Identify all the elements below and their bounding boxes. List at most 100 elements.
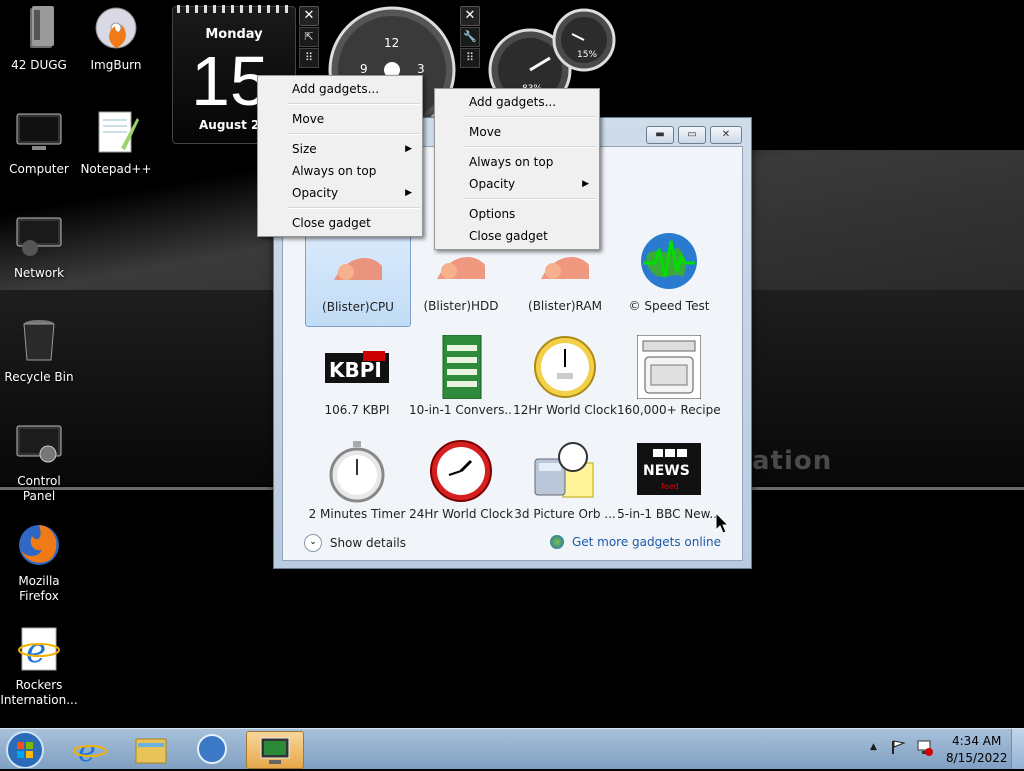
desktop-icon-network[interactable]: Network (0, 212, 78, 281)
desktop: ation 42 DUGG ImgBurn Computer Notepad++… (0, 0, 1024, 728)
control-panel-icon (14, 420, 64, 470)
gadget-tile-24hr-world-clock[interactable]: 24Hr World Clock (409, 433, 513, 533)
network-icon (14, 212, 64, 262)
meter-gadget-context-menu: Add gadgets... Move Always on top Opacit… (434, 88, 600, 250)
converter-icon (429, 334, 493, 400)
desktop-icon-42-dugg[interactable]: 42 DUGG (0, 4, 78, 73)
show-hidden-icons-button[interactable]: ▲ (870, 742, 877, 752)
kbpi-logo-icon: KBPI (325, 335, 389, 399)
folder-icon (14, 4, 64, 54)
menu-item-close-gadget[interactable]: Close gadget (258, 212, 422, 234)
bbc-news-icon: NEWS feed (637, 439, 701, 503)
menu-item-add-gadgets[interactable]: Add gadgets... (258, 78, 422, 100)
menu-separator (465, 116, 597, 118)
menu-item-close-gadget[interactable]: Close gadget (435, 225, 599, 247)
get-more-gadgets-online-link[interactable]: Get more gadgets online (550, 534, 721, 549)
submenu-arrow-icon: ▶ (582, 179, 589, 189)
gadget-tile-2-minutes-timer[interactable]: 2 Minutes Timer (305, 433, 409, 533)
submenu-arrow-icon: ▶ (405, 144, 412, 154)
gadget-tile-recipes[interactable]: 160,000+ Recipes (617, 329, 721, 429)
menu-item-move[interactable]: Move (435, 121, 599, 143)
desktop-icon-imgburn[interactable]: ImgBurn (77, 4, 155, 73)
recycle-bin-icon (14, 316, 64, 366)
svg-text:e: e (26, 631, 46, 671)
internet-explorer-icon: e (73, 734, 107, 769)
start-button[interactable] (2, 730, 48, 769)
meter-gadget-close-button[interactable]: ✕ (460, 6, 480, 26)
firefox-icon (14, 520, 64, 570)
stove-icon (636, 334, 702, 400)
menu-item-opacity[interactable]: Opacity ▶ (435, 173, 599, 195)
notepad-plus-plus-icon (91, 108, 141, 158)
world-clock-icon (533, 335, 597, 399)
show-desktop-button[interactable] (1011, 729, 1024, 769)
clock-number-12: 12 (384, 36, 400, 50)
system-tray: ▲ 4:34 AM 8/15/2022 (864, 729, 1024, 769)
blister-cpu-icon (326, 232, 390, 296)
minimize-button[interactable]: ▬ (646, 126, 674, 144)
gadget-tile-bbc-news[interactable]: NEWS feed 5-in-1 BBC New... (617, 433, 721, 533)
clock-date[interactable]: 8/15/2022 (946, 751, 1008, 765)
gadget-tile-3d-picture-orb[interactable]: 3d Picture Orb ... (513, 433, 617, 533)
gadget-tile-10-in-1-converter[interactable]: 10-in-1 Convers... (409, 329, 513, 429)
meter-small-percent: 15% (577, 50, 598, 60)
desktop-icon-control-panel[interactable]: Control Panel (0, 420, 78, 504)
desktop-icon-firefox[interactable]: Mozilla Firefox (0, 520, 78, 604)
calendar-weekday: Monday (205, 27, 263, 42)
flag-icon[interactable] (890, 739, 906, 755)
calendar-gadget-close-button[interactable]: ✕ (299, 6, 319, 26)
gallery-footer: ⌄ Show details Get more gadgets online (282, 522, 743, 562)
internet-explorer-icon: e (14, 624, 64, 674)
taskbar-media-player[interactable] (184, 731, 240, 767)
meter-gadget-drag-handle[interactable]: ⠿ (460, 48, 480, 68)
folder-icon (135, 738, 167, 764)
close-button[interactable]: ✕ (710, 126, 742, 144)
calendar-gadget-size-button[interactable]: ⇱ (299, 27, 319, 47)
menu-separator (465, 198, 597, 200)
calendar-binding (177, 5, 291, 13)
stopwatch-icon (325, 439, 389, 503)
gadget-tile-12hr-world-clock[interactable]: 12Hr World Clock (513, 329, 617, 429)
gadget-tile-speed-test[interactable]: © Speed Test (617, 225, 721, 325)
calendar-gadget-drag-handle[interactable]: ⠿ (299, 48, 319, 68)
media-player-icon (197, 734, 227, 764)
calendar-gadget-context-menu: Add gadgets... Move Size ▶ Always on top … (257, 75, 423, 237)
svg-text:feed: feed (661, 482, 679, 491)
taskbar: e ▲ 4:34 AM 8/15/2022 (0, 728, 1024, 769)
maximize-button[interactable]: ▭ (678, 126, 706, 144)
clock-number-3: 3 (417, 62, 425, 76)
menu-item-options[interactable]: Options (435, 203, 599, 225)
clock-time[interactable]: 4:34 AM (952, 734, 1001, 748)
gadget-tile-blister-cpu[interactable]: (Blister)CPU (305, 225, 411, 327)
wrench-icon[interactable]: 🔧 (460, 27, 480, 47)
desktop-icon-recycle-bin[interactable]: Recycle Bin (0, 316, 78, 385)
chevron-down-circle-icon: ⌄ (304, 534, 322, 552)
computer-icon (14, 108, 64, 158)
menu-separator (465, 146, 597, 148)
show-details-button[interactable]: ⌄ Show details (304, 534, 406, 552)
menu-item-size[interactable]: Size ▶ (258, 138, 422, 160)
submenu-arrow-icon: ▶ (405, 188, 412, 198)
menu-item-opacity[interactable]: Opacity ▶ (258, 182, 422, 204)
taskbar-internet-explorer[interactable]: e (62, 731, 118, 769)
menu-separator (288, 103, 420, 105)
taskbar-windows-explorer[interactable] (122, 731, 178, 767)
desktop-icon-computer[interactable]: Computer (0, 108, 78, 177)
speed-test-globe-icon (637, 231, 701, 295)
desktop-icon-notepad-plus-plus[interactable]: Notepad++ (77, 108, 155, 177)
gadget-gallery-icon (260, 737, 290, 764)
clock-number-9: 9 (360, 62, 368, 76)
imgburn-icon (91, 4, 141, 54)
svg-text:KBPI: KBPI (329, 358, 382, 382)
svg-text:e: e (78, 734, 96, 767)
desktop-icon-rockers-internation[interactable]: e Rockers Internation... (0, 624, 78, 708)
menu-item-move[interactable]: Move (258, 108, 422, 130)
menu-separator (288, 207, 420, 209)
taskbar-desktop-gadget-gallery[interactable] (246, 731, 304, 769)
gadget-tile-kbpi[interactable]: KBPI 106.7 KBPI (305, 329, 409, 429)
network-status-icon[interactable] (916, 739, 934, 757)
menu-item-always-on-top[interactable]: Always on top (258, 160, 422, 182)
menu-item-always-on-top[interactable]: Always on top (435, 151, 599, 173)
wallpaper-watermark: ation (752, 446, 833, 476)
menu-item-add-gadgets[interactable]: Add gadgets... (435, 91, 599, 113)
